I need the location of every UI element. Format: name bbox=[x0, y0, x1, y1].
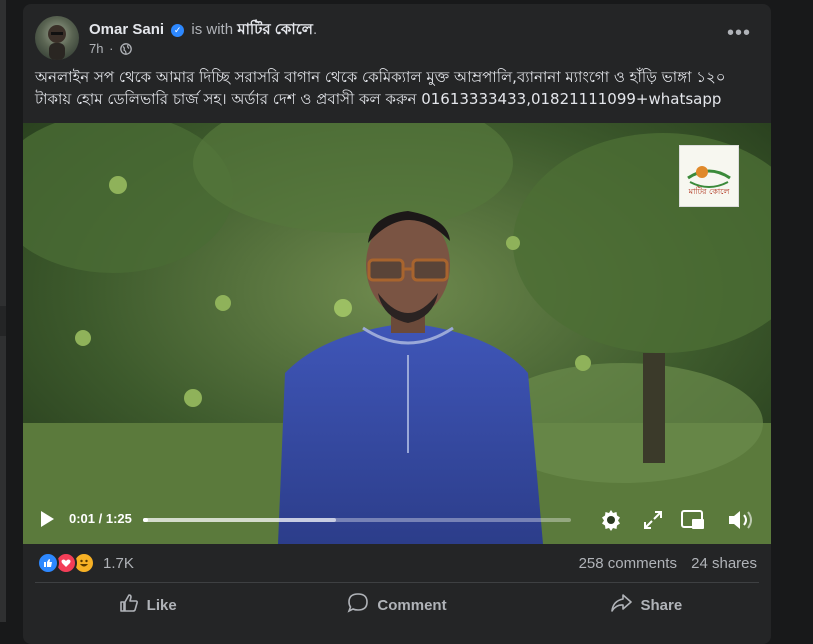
video-time: 0:01 / 1:25 bbox=[69, 511, 132, 526]
shares-count-link[interactable]: 24 shares bbox=[691, 555, 757, 572]
channel-logo: মাটির কোলে bbox=[679, 145, 739, 207]
play-button[interactable] bbox=[39, 510, 55, 533]
video-progress-bar[interactable] bbox=[143, 518, 571, 522]
current-time: 0:01 bbox=[69, 511, 96, 526]
video-player[interactable]: মাটির কোলে 0:01 / 1:25 bbox=[23, 123, 771, 544]
divider bbox=[35, 582, 759, 583]
comments-count-link[interactable]: 258 comments bbox=[579, 555, 677, 572]
duration: 1:25 bbox=[105, 511, 132, 526]
comment-bubble-icon bbox=[347, 592, 369, 618]
like-button[interactable]: Like bbox=[23, 586, 272, 624]
post-meta: 7h · bbox=[89, 41, 132, 58]
globe-icon bbox=[120, 43, 132, 58]
like-label: Like bbox=[146, 596, 177, 614]
reaction-summary: 1.7K 258 comments 24 shares bbox=[23, 545, 771, 581]
share-arrow-icon bbox=[610, 593, 633, 617]
video-controls: 0:01 / 1:25 bbox=[23, 496, 771, 544]
with-text: is with bbox=[191, 21, 234, 38]
verified-badge-icon: ✓ bbox=[171, 24, 185, 37]
post-card: Omar Sani ✓ is with মাটির কোলে. 7h · •••… bbox=[23, 4, 771, 644]
like-reaction-icon bbox=[37, 552, 59, 574]
left-background-strip bbox=[0, 0, 6, 622]
share-button[interactable]: Share bbox=[522, 586, 771, 624]
fullscreen-icon[interactable] bbox=[643, 510, 663, 535]
comment-label: Comment bbox=[377, 596, 447, 614]
video-frame-scene bbox=[23, 123, 771, 544]
buffered-bar bbox=[143, 518, 336, 522]
share-label: Share bbox=[640, 596, 683, 614]
comment-button[interactable]: Comment bbox=[272, 586, 521, 624]
page-suffix: . bbox=[312, 21, 318, 38]
engagement-stats: 258 comments 24 shares bbox=[569, 555, 757, 572]
played-bar bbox=[143, 518, 149, 522]
post-text: অনলাইন সপ থেকে আমার দিচ্ছি সরাসরি বাগান … bbox=[35, 68, 726, 108]
thumbs-up-icon bbox=[119, 593, 139, 617]
tagged-page-link[interactable]: মাটির কোলে bbox=[237, 21, 313, 38]
post-timestamp[interactable]: 7h bbox=[89, 41, 103, 56]
author-avatar[interactable] bbox=[35, 16, 79, 60]
channel-logo-text: মাটির কোলে bbox=[688, 187, 730, 196]
settings-icon[interactable] bbox=[599, 508, 623, 537]
post-actions: Like Comment Share bbox=[23, 586, 771, 624]
post-header: Omar Sani ✓ is with মাটির কোলে. bbox=[89, 18, 317, 43]
volume-icon[interactable] bbox=[727, 509, 757, 536]
picture-in-picture-icon[interactable] bbox=[681, 509, 705, 536]
author-name-link[interactable]: Omar Sani bbox=[89, 21, 164, 38]
reaction-count[interactable]: 1.7K bbox=[103, 555, 134, 572]
more-options-button[interactable]: ••• bbox=[725, 23, 753, 46]
